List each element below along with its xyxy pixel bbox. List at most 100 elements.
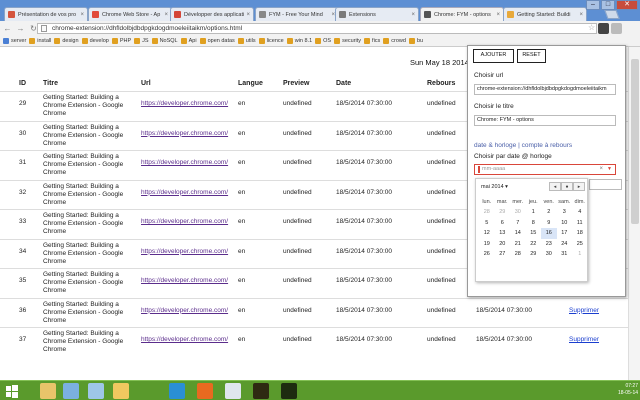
cell-url-link[interactable]: https://developer.chrome.com/ (141, 248, 228, 255)
delete-link[interactable]: Supprimer (569, 307, 599, 314)
close-window-button[interactable]: ✕ (616, 0, 638, 10)
bookmark-16[interactable]: crowd (383, 38, 406, 44)
calendar-day[interactable]: 15 (526, 228, 542, 239)
tab-close-icon[interactable]: × (411, 12, 415, 18)
next-month-button[interactable]: ▸ (573, 182, 585, 191)
cell-url-link[interactable]: https://developer.chrome.com/ (141, 336, 228, 343)
cell-url-link[interactable]: https://developer.chrome.com/ (141, 277, 228, 284)
tab-3[interactable]: Développer des applicati × (170, 7, 254, 21)
tab-close-icon[interactable]: × (80, 12, 84, 18)
bookmark-1[interactable]: server (3, 38, 26, 44)
tab-2[interactable]: Chrome Web Store - Ap × (88, 7, 172, 21)
calendar-day[interactable]: 10 (557, 218, 573, 229)
calendar-day[interactable]: 19 (479, 239, 495, 250)
tab-5[interactable]: Extensions × (335, 7, 419, 21)
calendar-day[interactable]: 3 (557, 207, 573, 218)
calendar-day[interactable]: 6 (495, 218, 511, 229)
calendar-day[interactable]: 18 (572, 228, 588, 239)
url-input[interactable]: chrome-extension://dhfldolbjdbdpgkdogdmo… (474, 84, 616, 95)
start-button[interactable] (4, 383, 20, 399)
calendar-day[interactable]: 22 (526, 239, 542, 250)
cell-url-link[interactable]: https://developer.chrome.com/ (141, 307, 228, 314)
time-input[interactable] (589, 179, 622, 190)
explorer-icon[interactable] (40, 383, 56, 399)
tab-close-icon[interactable]: × (496, 12, 500, 18)
calendar-day[interactable]: 28 (479, 207, 495, 218)
calendar-day[interactable]: 25 (572, 239, 588, 250)
calendar-day[interactable]: 9 (541, 218, 557, 229)
calendar-day[interactable]: 28 (510, 249, 526, 260)
calendar-day[interactable]: 16 (541, 228, 557, 239)
calendar-day[interactable]: 12 (479, 228, 495, 239)
bookmark-4[interactable]: develop (81, 38, 109, 44)
cell-url-link[interactable]: https://developer.chrome.com/ (141, 159, 228, 166)
calendar-day[interactable]: 23 (541, 239, 557, 250)
address-bar[interactable]: chrome-extension://dhfldolbjdbdpgkdogdmo… (37, 23, 597, 34)
calendar-day[interactable]: 17 (557, 228, 573, 239)
bookmark-3[interactable]: design (54, 38, 79, 44)
tab-close-icon[interactable]: × (579, 12, 583, 18)
delete-link[interactable]: Supprimer (569, 336, 599, 343)
cell-url-link[interactable]: https://developer.chrome.com/ (141, 100, 228, 107)
chrome-icon[interactable] (225, 383, 241, 399)
dropdown-arrow-icon[interactable]: ▼ (607, 165, 612, 174)
page-scrollbar[interactable] (628, 47, 640, 380)
illustrator-icon[interactable] (253, 383, 269, 399)
back-icon[interactable]: ← (2, 23, 13, 34)
bookmark-12[interactable]: win 8.1 (286, 38, 312, 44)
calendar-day[interactable]: 24 (557, 239, 573, 250)
tab-7[interactable]: Getting Started: Buildi × (503, 7, 587, 21)
calendar-day[interactable]: 27 (495, 249, 511, 260)
calendar-day[interactable]: 21 (510, 239, 526, 250)
bookmark-10[interactable]: utils (237, 38, 256, 44)
ie-icon[interactable] (169, 383, 185, 399)
today-button[interactable]: ● (561, 182, 573, 191)
forward-icon[interactable]: → (15, 23, 26, 34)
datetime-input[interactable]: mm-aaaa × ▼ (474, 164, 616, 175)
add-button[interactable]: AJOUTER (473, 49, 514, 63)
folder-icon[interactable] (113, 383, 129, 399)
calendar-day[interactable]: 4 (572, 207, 588, 218)
calendar-day[interactable]: 2 (541, 207, 557, 218)
calendar-day[interactable]: 5 (479, 218, 495, 229)
calendar-day[interactable]: 29 (495, 207, 511, 218)
calendar-day[interactable]: 11 (572, 218, 588, 229)
clear-x-icon[interactable]: × (599, 165, 603, 174)
month-select[interactable]: mai 2014 ▾ (481, 184, 508, 190)
calendar-day[interactable]: 1 (526, 207, 542, 218)
bookmark-14[interactable]: security (334, 38, 361, 44)
bookmark-7[interactable]: NoSQL (151, 38, 178, 44)
calendar-day[interactable]: 7 (510, 218, 526, 229)
minimize-button[interactable]: – (586, 0, 600, 10)
control-icon[interactable] (88, 383, 104, 399)
bookmark-9[interactable]: open datas (199, 38, 235, 44)
tab-1[interactable]: Présentation de vos pro × (4, 7, 88, 21)
tab-close-icon[interactable]: × (246, 12, 250, 18)
title-input[interactable]: Chrome: FYM - options (474, 115, 616, 126)
bookmark-5[interactable]: PHP (111, 38, 131, 44)
chrome-menu-icon[interactable] (611, 23, 622, 34)
tab-close-icon[interactable]: × (164, 12, 168, 18)
calendar-day[interactable]: 30 (541, 249, 557, 260)
bookmark-15[interactable]: fics (364, 38, 380, 44)
calendar-day[interactable]: 20 (495, 239, 511, 250)
calendar-day[interactable]: 30 (510, 207, 526, 218)
bookmark-star-icon[interactable]: ☆ (588, 24, 595, 32)
scrollbar-thumb[interactable] (631, 59, 639, 224)
maximize-button[interactable]: □ (601, 0, 615, 10)
cell-url-link[interactable]: https://developer.chrome.com/ (141, 130, 228, 137)
cell-url-link[interactable]: https://developer.chrome.com/ (141, 218, 228, 225)
tab-4[interactable]: FYM - Free Your Mind × (255, 7, 339, 21)
bookmark-13[interactable]: OS (315, 38, 331, 44)
desktop-icon[interactable] (63, 383, 79, 399)
calendar-day[interactable]: 1 (572, 249, 588, 260)
bookmark-6[interactable]: JS (134, 38, 149, 44)
prev-month-button[interactable]: ◂ (549, 182, 561, 191)
calendar-day[interactable]: 13 (495, 228, 511, 239)
dreamweaver-icon[interactable] (281, 383, 297, 399)
calendar-day[interactable]: 14 (510, 228, 526, 239)
calendar-day[interactable]: 26 (479, 249, 495, 260)
fym-extension-icon[interactable] (598, 23, 609, 34)
tab-6[interactable]: Chrome: FYM - options × (420, 7, 504, 21)
bookmark-11[interactable]: licence (258, 38, 284, 44)
